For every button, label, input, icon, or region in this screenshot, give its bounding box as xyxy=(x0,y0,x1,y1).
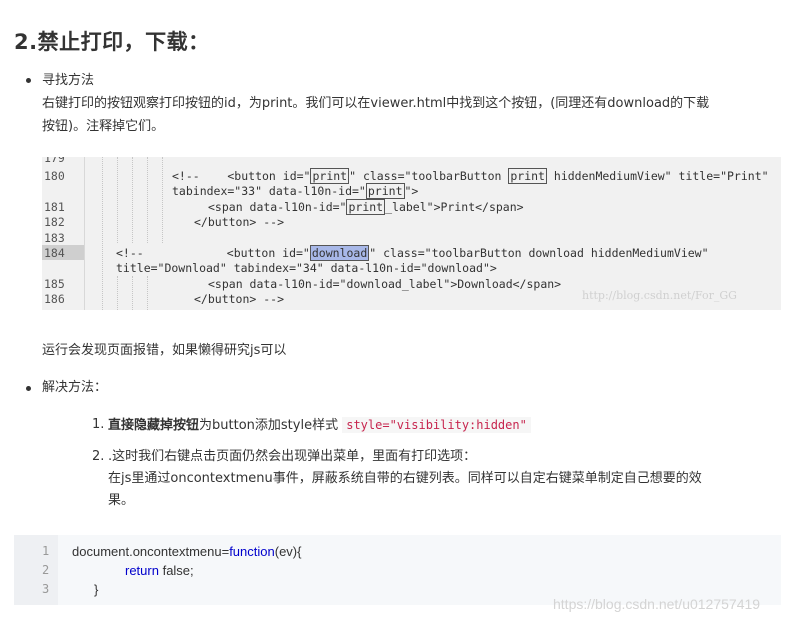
list-item: 直接隐藏掉按钮为button添加style样式 style="visibilit… xyxy=(108,414,531,437)
code-line: <span data-l10n-id=" print _label">Print</… xyxy=(208,199,524,215)
section2-title: 解决方法： xyxy=(42,380,108,395)
section1-paragraph-line1: 右键打印的按钮观察打印按钮的id，为print。我们可以在viewer.html… xyxy=(42,96,710,111)
page-watermark: https://blog.csdn.net/u012757419 xyxy=(553,596,761,612)
line-number: 186 xyxy=(44,292,65,306)
snippet-line-number: 1 xyxy=(42,544,50,558)
snippet-line-number: 3 xyxy=(42,582,50,596)
list-item-line2: 在js里通过oncontextmenu事件，屏蔽系统自带的右键列表。同样可以自定… xyxy=(108,471,702,486)
snippet-line: } xyxy=(94,582,99,597)
line-number: 180 xyxy=(44,169,65,183)
code-snippet: 1 2 3 document.oncontextmenu=function(ev… xyxy=(14,535,781,605)
list-number: 1. xyxy=(92,417,105,432)
line-number: 179 xyxy=(44,157,65,165)
inline-code: style="visibility:hidden" xyxy=(342,417,531,433)
code-line: tabindex="33" data-l10n-id=" print "> xyxy=(172,183,419,199)
code-line: </button> --> xyxy=(194,292,285,306)
code-line: title="Download" tabindex="34" data-l10n… xyxy=(116,261,497,275)
section1-paragraph-line2: 按钮)。注释掉它们。 xyxy=(42,119,165,134)
code-line: </button> --> xyxy=(194,215,285,229)
list-item-line1: .这时我们右键点击页面仍然会出现弹出菜单，里面有打印选项： xyxy=(108,449,477,464)
error-note: 运行会发现页面报错，如果懒得研究js可以 xyxy=(42,343,287,358)
screenshot-watermark: http://blog.csdn.net/For_GG xyxy=(582,289,737,302)
line-number: 182 xyxy=(44,215,65,229)
code-line: <!-- <button id=" download " class="toolba… xyxy=(116,245,709,261)
line-number: 183 xyxy=(44,231,65,245)
snippet-gutter xyxy=(14,535,58,605)
section-heading: 2.禁止打印，下载： xyxy=(14,30,210,54)
code-line: <!-- <button id=" print " class="toolbarBu… xyxy=(172,168,769,184)
line-number: 185 xyxy=(44,277,65,291)
code-line: <span data-l10n-id="download_label">Down… xyxy=(208,277,562,291)
list-item-bold: 直接隐藏掉按钮 xyxy=(108,418,200,433)
snippet-line-number: 2 xyxy=(42,563,50,577)
gutter-divider xyxy=(84,157,85,310)
line-number: 184 xyxy=(44,246,65,260)
list-number: 2. xyxy=(92,449,105,464)
list-item-line3: 果。 xyxy=(108,493,135,508)
line-number: 181 xyxy=(44,200,65,214)
bullet-icon xyxy=(26,78,31,83)
snippet-line: return false; xyxy=(125,563,194,578)
bullet-icon xyxy=(26,386,31,391)
section1-title: 寻找方法 xyxy=(42,73,95,88)
code-screenshot: 179 180 <!-- <button id=" print " class="t… xyxy=(42,157,781,310)
snippet-line: document.oncontextmenu=function(ev){ xyxy=(72,544,302,559)
